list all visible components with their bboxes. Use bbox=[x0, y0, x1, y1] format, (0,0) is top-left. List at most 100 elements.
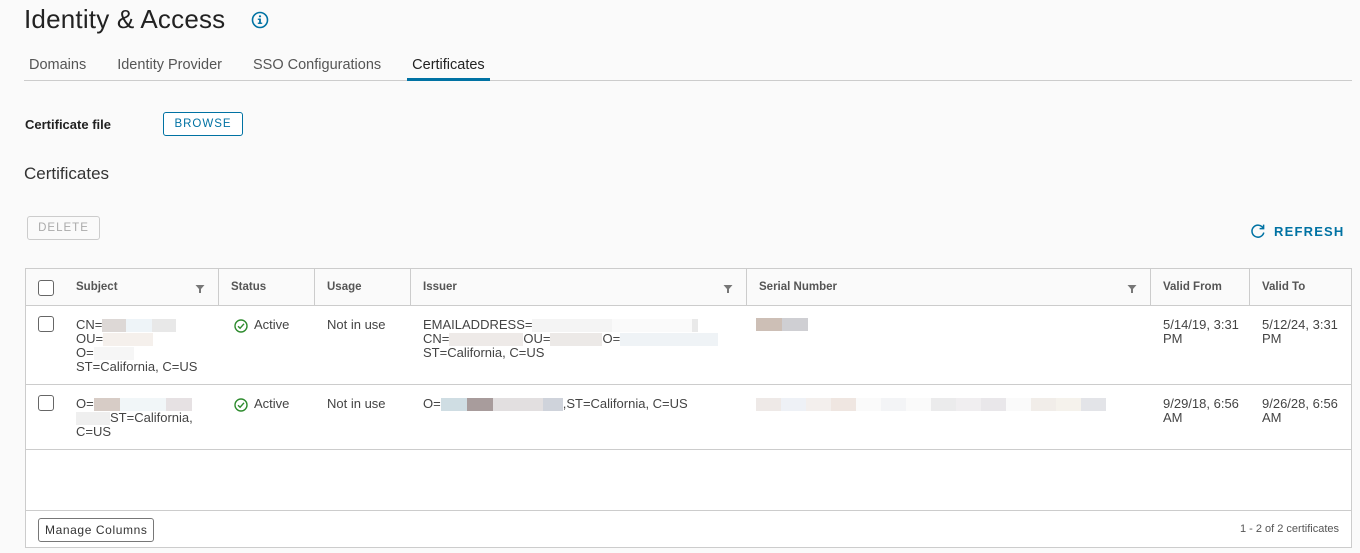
certificates-datagrid: Subject Status Usage Issuer Serial Numbe… bbox=[25, 268, 1352, 548]
issuer-line: O= bbox=[602, 331, 621, 347]
row-select-checkbox[interactable] bbox=[38, 395, 54, 411]
column-subject-label: Subject bbox=[76, 281, 118, 293]
column-serial-label: Serial Number bbox=[759, 281, 837, 293]
redacted-text bbox=[692, 319, 699, 333]
subject-line: OU= bbox=[76, 331, 104, 347]
subject-filter-icon[interactable] bbox=[195, 284, 205, 294]
redacted-text bbox=[1056, 398, 1081, 412]
info-icon[interactable] bbox=[251, 11, 269, 29]
issuer-line: ,ST=California, C=US bbox=[562, 396, 688, 411]
redacted-text bbox=[906, 398, 931, 412]
subject-line: ST=California, bbox=[110, 410, 193, 426]
column-valid-to[interactable]: Valid To bbox=[1250, 269, 1352, 306]
page-title: Identity & Access bbox=[24, 4, 226, 34]
serial-filter-icon[interactable] bbox=[1127, 284, 1137, 294]
subject-cell: O= ST=California, C=US bbox=[76, 385, 216, 439]
certificates-section-title: Certificates bbox=[24, 164, 110, 183]
redacted-text bbox=[806, 398, 831, 412]
refresh-label: REFRESH bbox=[1274, 223, 1345, 239]
pagination-summary: 1 - 2 of 2 certificates bbox=[1239, 523, 1339, 535]
redacted-text bbox=[881, 398, 906, 412]
check-circle-icon bbox=[234, 398, 248, 412]
status-text: Active bbox=[254, 396, 290, 411]
column-serial-number[interactable]: Serial Number bbox=[747, 269, 1151, 306]
delete-button[interactable]: DELETE bbox=[27, 216, 100, 240]
certificate-file-label: Certificate file bbox=[25, 117, 111, 132]
valid-from-cell: 9/29/18, 6:56 AM bbox=[1163, 396, 1239, 425]
column-status[interactable]: Status bbox=[219, 269, 315, 306]
column-status-label: Status bbox=[231, 281, 267, 293]
issuer-filter-icon[interactable] bbox=[723, 284, 733, 294]
tab-sso-configurations[interactable]: SSO Configurations bbox=[248, 52, 386, 81]
manage-columns-button[interactable]: Manage Columns bbox=[38, 518, 155, 542]
redacted-text bbox=[440, 398, 467, 412]
usage-cell: Not in use bbox=[327, 317, 386, 332]
serial-number-cell bbox=[756, 306, 1146, 332]
redacted-text bbox=[612, 319, 693, 333]
subject-line: O= bbox=[76, 345, 94, 361]
tab-bar: Domains Identity Provider SSO Configurat… bbox=[24, 52, 1352, 81]
column-valid-from[interactable]: Valid From bbox=[1151, 269, 1250, 306]
column-issuer-label: Issuer bbox=[423, 281, 457, 293]
issuer-line: ST=California, C=US bbox=[423, 345, 545, 361]
table-row[interactable]: O= ST=California, C=US Active Not in use… bbox=[26, 385, 1351, 450]
column-valid-to-label: Valid To bbox=[1262, 281, 1306, 293]
tab-identity-provider[interactable]: Identity Provider bbox=[112, 52, 227, 81]
valid-to-cell: 9/26/28, 6:56 AM bbox=[1262, 396, 1338, 425]
issuer-line: EMAILADDRESS= bbox=[423, 317, 533, 332]
redacted-text bbox=[550, 333, 603, 347]
redacted-text bbox=[152, 319, 177, 333]
datagrid-header: Subject Status Usage Issuer Serial Numbe… bbox=[26, 269, 1351, 306]
redacted-text bbox=[782, 318, 808, 332]
redacted-text bbox=[981, 398, 1006, 412]
subject-line: O= bbox=[76, 396, 94, 411]
redacted-text bbox=[1031, 398, 1056, 412]
tab-certificates[interactable]: Certificates bbox=[407, 52, 490, 81]
redacted-text bbox=[756, 398, 781, 412]
datagrid-footer: Manage Columns 1 - 2 of 2 certificates bbox=[26, 510, 1351, 547]
column-issuer[interactable]: Issuer bbox=[411, 269, 747, 306]
subject-line: ST=California, C=US bbox=[76, 359, 198, 375]
column-usage-label: Usage bbox=[327, 281, 362, 293]
column-valid-from-label: Valid From bbox=[1163, 281, 1222, 293]
tab-domains[interactable]: Domains bbox=[24, 52, 91, 81]
redacted-text bbox=[1006, 398, 1031, 412]
browse-button[interactable]: BROWSE bbox=[163, 112, 243, 136]
redacted-text bbox=[103, 333, 154, 347]
redacted-text bbox=[856, 398, 881, 412]
row-select-checkbox[interactable] bbox=[38, 316, 54, 332]
redacted-text bbox=[466, 398, 493, 412]
table-row[interactable]: CN= OU= O= ST=California, C=US Active No… bbox=[26, 306, 1351, 385]
refresh-icon bbox=[1251, 224, 1265, 238]
check-circle-icon bbox=[234, 319, 248, 333]
column-subject[interactable]: Subject bbox=[64, 269, 219, 306]
select-all-checkbox[interactable] bbox=[38, 280, 54, 296]
subject-cell: CN= OU= O= ST=California, C=US bbox=[76, 306, 216, 374]
redacted-text bbox=[931, 398, 956, 412]
redacted-text bbox=[126, 319, 153, 333]
redacted-text bbox=[542, 398, 563, 412]
redacted-text bbox=[781, 398, 806, 412]
issuer-cell: EMAILADDRESS= CN= OU= O= ST=California, C=… bbox=[423, 306, 743, 360]
redacted-text bbox=[956, 398, 981, 412]
issuer-cell: O= ,ST=California, C=US bbox=[423, 385, 743, 412]
redacted-text bbox=[492, 398, 543, 412]
column-usage[interactable]: Usage bbox=[315, 269, 411, 306]
issuer-line: OU= bbox=[523, 331, 551, 347]
redacted-text bbox=[1081, 398, 1106, 412]
valid-from-cell: 5/14/19, 3:31 PM bbox=[1163, 317, 1239, 346]
serial-number-cell bbox=[756, 385, 1146, 412]
redacted-text bbox=[620, 333, 719, 347]
valid-to-cell: 5/12/24, 3:31 PM bbox=[1262, 317, 1338, 346]
issuer-line: O= bbox=[423, 396, 441, 411]
status-text: Active bbox=[254, 317, 290, 332]
issuer-line: CN= bbox=[423, 331, 450, 347]
refresh-button[interactable]: REFRESH bbox=[1250, 221, 1345, 241]
status-cell: Active bbox=[234, 306, 314, 333]
usage-cell: Not in use bbox=[327, 396, 386, 411]
redacted-text bbox=[831, 398, 856, 412]
redacted-text bbox=[756, 318, 782, 332]
redacted-text bbox=[102, 319, 127, 333]
status-cell: Active bbox=[234, 385, 314, 412]
subject-line: CN= bbox=[76, 317, 103, 332]
